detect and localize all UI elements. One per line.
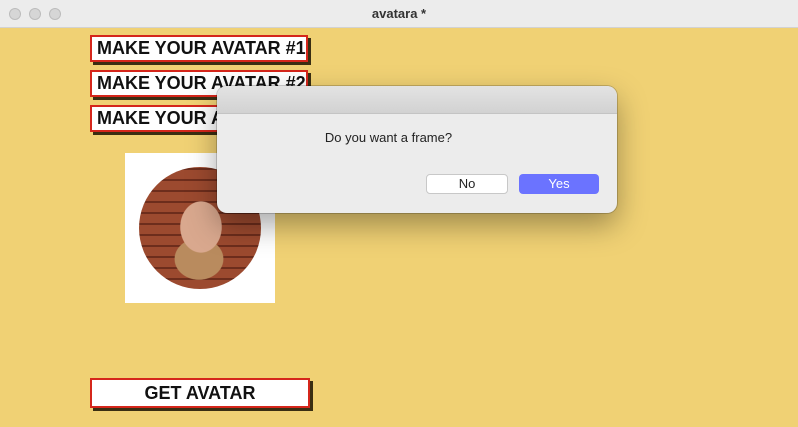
window-titlebar: avatara *: [0, 0, 798, 28]
no-button[interactable]: No: [426, 174, 508, 194]
dialog-message: Do you want a frame?: [324, 130, 453, 145]
make-avatar-1-button[interactable]: MAKE YOUR AVATAR #1: [90, 35, 308, 62]
yes-button[interactable]: Yes: [519, 174, 599, 194]
dialog-titlebar: [217, 86, 617, 114]
frame-dialog: Do you want a frame? No Yes: [217, 86, 617, 213]
window-title: avatara *: [371, 6, 427, 21]
get-avatar-button[interactable]: GET AVATAR: [90, 378, 310, 408]
